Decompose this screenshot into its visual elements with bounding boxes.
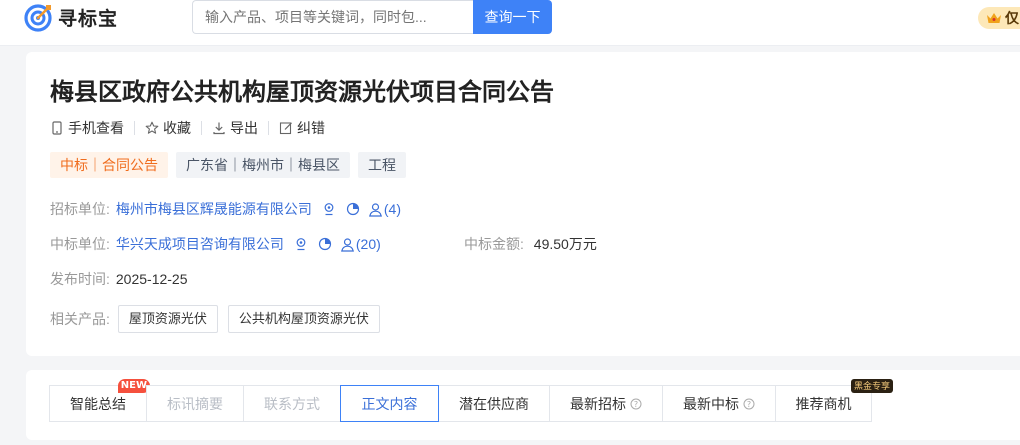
- tab-latest-awards[interactable]: 最新中标 ?: [662, 385, 776, 422]
- publish-date: 2025-12-25: [115, 271, 188, 287]
- crown-icon: [987, 13, 1001, 23]
- user-icon: [368, 202, 382, 217]
- winner-name-link[interactable]: 华兴天成项目咨询有限公司: [116, 234, 284, 254]
- download-icon: [213, 122, 225, 135]
- report-error-label: 纠错: [297, 120, 325, 136]
- amount-label: 中标金额:: [464, 236, 524, 252]
- tenderer-name-link[interactable]: 梅州市梅县区辉晟能源有限公司: [116, 199, 312, 219]
- search-button[interactable]: 查询一下: [473, 0, 552, 34]
- help-icon[interactable]: ?: [743, 398, 755, 410]
- divider: [268, 121, 269, 135]
- amount-value: 49.50万元: [533, 236, 597, 252]
- location-icon[interactable]: [294, 237, 308, 251]
- tab-label: 标讯摘要: [167, 395, 223, 412]
- top-header: 寻标宝 查询一下 仅: [0, 0, 1020, 46]
- tab-label: 智能总结: [70, 395, 126, 412]
- export-button[interactable]: 导出: [212, 118, 258, 138]
- help-icon[interactable]: ?: [630, 398, 642, 410]
- tab-label: 推荐商机: [795, 395, 852, 412]
- divider: [201, 121, 202, 135]
- vip-text: 仅: [1005, 10, 1019, 26]
- premium-badge: 黑金专享: [850, 379, 893, 393]
- favorite-label: 收藏: [163, 120, 191, 136]
- user-icon: [340, 237, 354, 252]
- notice-card: 梅县区政府公共机构屋顶资源光伏项目合同公告 手机查看 收藏 导出 纠错 中标｜合…: [26, 52, 1020, 356]
- product-tag[interactable]: 屋顶资源光伏: [117, 305, 218, 333]
- tenderer-label: 招标单位:: [50, 201, 110, 217]
- action-bar: 手机查看 收藏 导出 纠错: [50, 118, 325, 138]
- favorite-button[interactable]: 收藏: [145, 118, 191, 138]
- tenderer-contacts[interactable]: (4): [368, 201, 401, 217]
- page-title: 梅县区政府公共机构屋顶资源光伏项目合同公告: [50, 79, 554, 106]
- notice-type-tag: 中标｜合同公告: [50, 152, 168, 178]
- winner-contacts-count: (20): [355, 236, 381, 252]
- amount-group: 中标金额: 49.50万元: [464, 234, 597, 254]
- logo[interactable]: 寻标宝: [24, 2, 118, 32]
- publish-row: 发布时间: 2025-12-25: [50, 269, 188, 289]
- winner-row: 中标单位: 华兴天成项目咨询有限公司 (20) 中标金额: 49.50万元: [50, 234, 650, 254]
- content-tabs: 智能总结 NEW 标讯摘要 联系方式 正文内容 潜在供应商 最新招标 ? 最新中…: [49, 379, 893, 422]
- tab-smart-summary[interactable]: 智能总结 NEW: [49, 379, 150, 422]
- tab-latest-tenders[interactable]: 最新招标 ?: [549, 385, 663, 422]
- tab-potential-suppliers[interactable]: 潜在供应商: [438, 385, 550, 422]
- tab-label: 潜在供应商: [459, 395, 529, 412]
- winner-contacts[interactable]: (20): [340, 236, 381, 252]
- search-input[interactable]: [192, 0, 474, 34]
- products-label: 相关产品:: [50, 311, 110, 327]
- divider: [134, 121, 135, 135]
- star-icon: [145, 121, 159, 134]
- mobile-view-label: 手机查看: [68, 120, 124, 136]
- publish-label: 发布时间:: [50, 271, 110, 287]
- product-tag[interactable]: 公共机构屋顶资源光伏: [227, 305, 380, 333]
- tag-group: 中标｜合同公告 广东省｜梅州市｜梅县区 工程: [50, 152, 414, 178]
- vip-badge[interactable]: 仅: [978, 7, 1020, 29]
- tab-main-content[interactable]: 正文内容: [340, 385, 439, 422]
- logo-text: 寻标宝: [58, 8, 119, 30]
- tab-label: 最新中标: [683, 395, 739, 412]
- tabs-card: 智能总结 NEW 标讯摘要 联系方式 正文内容 潜在供应商 最新招标 ? 最新中…: [26, 370, 1020, 440]
- logo-target-icon: [24, 2, 54, 32]
- products-row: 相关产品: 屋顶资源光伏 公共机构屋顶资源光伏: [50, 305, 390, 333]
- tab-contacts[interactable]: 联系方式: [243, 385, 341, 422]
- phone-icon: [52, 121, 62, 135]
- pie-chart-icon[interactable]: [346, 202, 360, 216]
- report-error-button[interactable]: 纠错: [279, 118, 325, 138]
- tab-label: 正文内容: [361, 395, 418, 412]
- edit-icon: [279, 122, 292, 135]
- tab-label: 联系方式: [264, 395, 320, 412]
- svg-text:?: ?: [747, 399, 751, 408]
- region-tag: 广东省｜梅州市｜梅县区: [176, 152, 350, 178]
- location-icon[interactable]: [322, 202, 336, 216]
- svg-text:?: ?: [634, 399, 638, 408]
- tab-label: 最新招标: [570, 395, 626, 412]
- category-tag: 工程: [358, 152, 406, 178]
- pie-chart-icon[interactable]: [318, 237, 332, 251]
- tab-summary[interactable]: 标讯摘要: [146, 385, 244, 422]
- export-label: 导出: [230, 120, 258, 136]
- tab-recommended-opportunities[interactable]: 推荐商机 黑金专享: [775, 379, 893, 422]
- tenderer-contacts-count: (4): [383, 201, 402, 217]
- tenderer-row: 招标单位: 梅州市梅县区辉晟能源有限公司 (4): [50, 199, 401, 219]
- mobile-view-button[interactable]: 手机查看: [50, 118, 124, 138]
- winner-label: 中标单位:: [50, 236, 110, 252]
